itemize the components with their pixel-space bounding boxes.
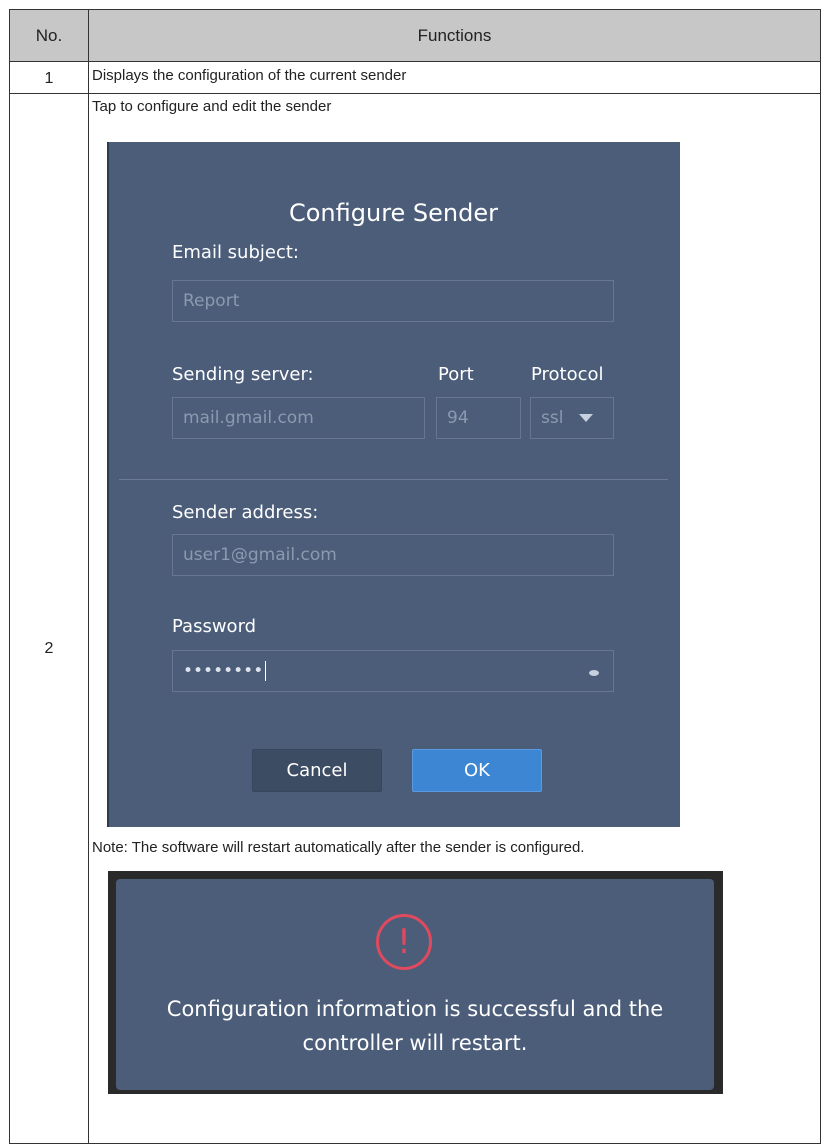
password-label: Password (172, 616, 257, 637)
email-subject-input[interactable]: Report (172, 280, 614, 322)
port-value: 94 (447, 408, 469, 428)
restart-note: Note: The software will restart automati… (92, 839, 585, 856)
protocol-select[interactable]: ssl (530, 397, 614, 439)
email-subject-label: Email subject: (172, 242, 299, 263)
section-divider (119, 479, 668, 480)
restart-dialog: ! Configuration information is successfu… (116, 879, 714, 1090)
port-label: Port (438, 364, 474, 385)
chevron-down-icon (579, 414, 594, 422)
password-input[interactable]: •••••••• (172, 650, 614, 692)
restart-message-line-1: Configuration information is successful … (166, 997, 664, 1021)
dialog-title: Configure Sender (288, 199, 499, 227)
sender-address-value: user1@gmail.com (183, 545, 337, 565)
functions-table: No. Functions 1 Displays the configurati… (9, 9, 821, 1144)
sending-server-input[interactable]: mail.gmail.com (172, 397, 425, 439)
email-subject-value: Report (183, 291, 240, 311)
cancel-button[interactable]: Cancel (252, 749, 382, 792)
column-divider (88, 10, 89, 1143)
password-value: •••••••• (183, 661, 264, 681)
header-no: No. (35, 26, 63, 45)
protocol-value: ssl (541, 408, 564, 428)
restart-message-line-2: controller will restart. (302, 1031, 528, 1055)
sender-address-label: Sender address: (172, 502, 319, 523)
row-divider (10, 93, 820, 94)
row-1-text: Displays the configuration of the curren… (92, 67, 407, 84)
row-2-text: Tap to configure and edit the sender (92, 98, 332, 115)
dialog-edge (107, 142, 109, 827)
sending-server-label: Sending server: (172, 364, 314, 385)
eye-icon[interactable] (589, 670, 599, 676)
row-1-number: 1 (44, 70, 54, 87)
sender-address-input[interactable]: user1@gmail.com (172, 534, 614, 576)
row-2-number: 2 (44, 640, 54, 657)
ok-button[interactable]: OK (412, 749, 542, 792)
header-functions: Functions (417, 26, 492, 45)
port-input[interactable]: 94 (436, 397, 521, 439)
configure-sender-dialog: Configure Sender Email subject: Report S… (107, 142, 680, 827)
protocol-label: Protocol (531, 364, 604, 385)
text-cursor (265, 661, 267, 681)
sending-server-value: mail.gmail.com (183, 408, 314, 428)
warning-icon: ! (376, 914, 432, 970)
restart-dialog-frame: ! Configuration information is successfu… (108, 871, 723, 1094)
